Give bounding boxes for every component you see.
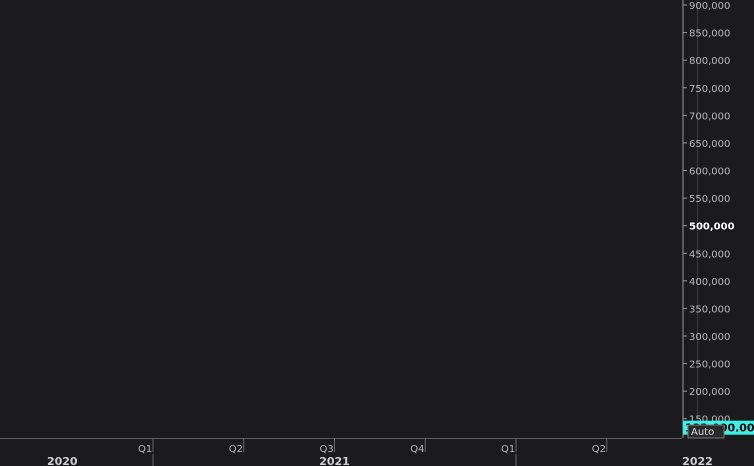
- y-tick-label: 200,000: [689, 387, 730, 398]
- auto-scale-label[interactable]: Auto: [691, 427, 714, 438]
- y-tick-label: 550,000: [689, 194, 730, 205]
- y-tick-label: 700,000: [689, 111, 730, 122]
- y-tick-label: 350,000: [689, 304, 730, 315]
- x-quarter-label: Q2: [229, 444, 243, 455]
- y-tick-label: 400,000: [689, 277, 730, 288]
- y-axis[interactable]: 150,000200,000250,000300,000350,000400,0…: [682, 0, 735, 438]
- x-quarter-label: Q1: [501, 444, 515, 455]
- y-tick-label: 900,000: [689, 1, 730, 12]
- y-tick-label: 750,000: [689, 84, 730, 95]
- y-tick-label: 600,000: [689, 167, 730, 178]
- line-chart: 150,000200,000250,000300,000350,000400,0…: [0, 0, 754, 466]
- y-tick-label: 300,000: [689, 332, 730, 343]
- x-year-label: 2020: [47, 455, 78, 466]
- y-tick-label: 850,000: [689, 29, 730, 40]
- value-badges: 132,000.000Auto: [683, 420, 754, 439]
- y-tick-label: 250,000: [689, 360, 730, 371]
- y-tick-label: 800,000: [689, 56, 730, 67]
- plot-area: [0, 0, 682, 438]
- x-year-label: 2022: [682, 455, 713, 466]
- x-axis[interactable]: Q1 Q2 Q3 Q4 Q1 Q2 2020 2021 2022: [0, 437, 713, 466]
- y-tick-label: 500,000: [689, 222, 735, 233]
- x-year-label: 2021: [319, 455, 350, 466]
- y-tick-label: 650,000: [689, 139, 730, 150]
- x-quarter-label: Q2: [592, 444, 606, 455]
- x-quarter-label: Q1: [138, 444, 152, 455]
- y-tick-label: 450,000: [689, 249, 730, 260]
- x-quarter-label: Q3: [320, 444, 334, 455]
- x-quarter-label: Q4: [410, 444, 424, 455]
